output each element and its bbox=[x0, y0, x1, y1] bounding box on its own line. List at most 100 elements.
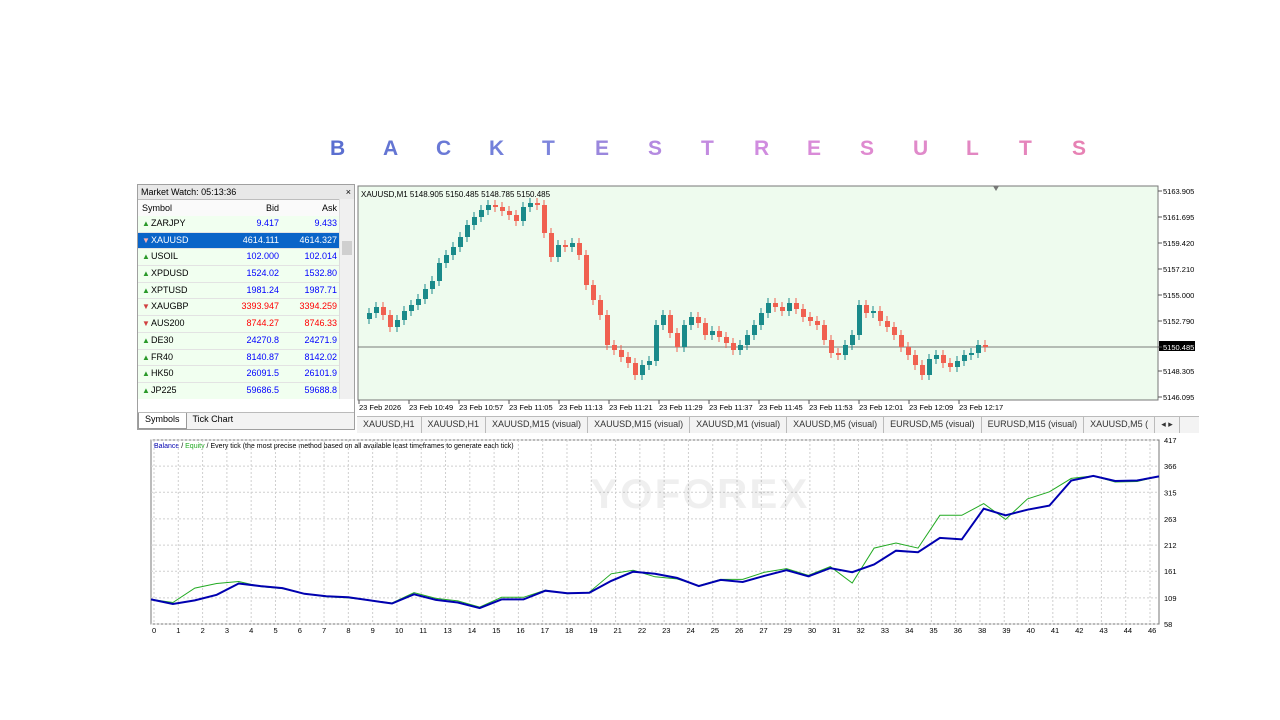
candle bbox=[591, 285, 596, 300]
candle bbox=[927, 359, 932, 375]
bid-value: 24270.8 bbox=[246, 334, 279, 345]
arrow-up-icon: ▲ bbox=[142, 352, 150, 362]
price-chart[interactable]: XAUUSD,M1 5148.905 5150.485 5148.785 515… bbox=[357, 185, 1199, 417]
symbol-column-header[interactable]: Symbol bbox=[138, 200, 226, 216]
y-tick-label: 58 bbox=[1164, 620, 1172, 629]
x-tick-label: 30 bbox=[808, 626, 816, 635]
x-tick-label: 33 bbox=[881, 626, 889, 635]
x-tick-label: 23 bbox=[662, 626, 670, 635]
market-watch-row[interactable]: ▲ZARJPY 9.417 9.433 bbox=[138, 216, 340, 233]
candle bbox=[920, 365, 925, 375]
candle bbox=[507, 211, 512, 215]
symbol-name: ZARJPY bbox=[151, 218, 186, 228]
ask-value: 8746.33 bbox=[304, 318, 337, 329]
x-tick-label: 3 bbox=[225, 626, 229, 635]
chart-tab[interactable]: XAUUSD,M1 (visual) bbox=[690, 417, 788, 433]
market-watch-row[interactable]: ▲XPTUSD 1981.24 1987.71 bbox=[138, 282, 340, 300]
symbol-name: USOIL bbox=[151, 251, 179, 262]
title-letter: K bbox=[489, 137, 505, 160]
arrow-down-icon: ▼ bbox=[142, 235, 150, 245]
time-label: 23 Feb 12:01 bbox=[859, 403, 903, 412]
vertical-scrollbar[interactable] bbox=[339, 199, 354, 399]
candle bbox=[934, 355, 939, 359]
chart-header: XAUUSD,M1 5148.905 5150.485 5148.785 515… bbox=[361, 190, 551, 199]
candle bbox=[885, 321, 890, 327]
title-letter: E bbox=[807, 137, 822, 160]
candle bbox=[976, 345, 981, 353]
market-watch-row[interactable]: ▲DE30 24270.8 24271.9 bbox=[138, 332, 340, 350]
title-letter: R bbox=[754, 137, 770, 160]
candle bbox=[857, 305, 862, 335]
title-letter: A bbox=[383, 137, 399, 160]
symbol-name: DE30 bbox=[151, 334, 174, 345]
market-watch-row[interactable]: ▼AUS200 8744.27 8746.33 bbox=[138, 316, 340, 333]
symbol-name: HK50 bbox=[151, 368, 174, 379]
scrollbar-thumb[interactable] bbox=[342, 241, 352, 255]
title-letter: B bbox=[330, 137, 346, 160]
market-watch-row[interactable]: ▲USOIL 102.000 102.014 bbox=[138, 249, 340, 267]
ask-value: 59688.8 bbox=[304, 384, 337, 395]
market-watch-row[interactable]: ▲HK50 26091.5 26101.9 bbox=[138, 366, 340, 383]
x-tick-label: 25 bbox=[711, 626, 719, 635]
candle bbox=[696, 317, 701, 323]
ask-value: 1532.80 bbox=[304, 268, 337, 279]
candle bbox=[619, 350, 624, 357]
x-tick-label: 2 bbox=[201, 626, 205, 635]
x-tick-label: 44 bbox=[1124, 626, 1132, 635]
candle bbox=[682, 325, 687, 347]
chart-tab[interactable]: XAUUSD,H1 bbox=[422, 417, 487, 433]
candle bbox=[528, 203, 533, 207]
chart-tab[interactable]: XAUUSD,M15 (visual) bbox=[588, 417, 691, 433]
tab-symbols[interactable]: Symbols bbox=[138, 413, 187, 429]
y-tick-label: 109 bbox=[1164, 594, 1177, 603]
symbol-name: XAUUSD bbox=[151, 234, 189, 245]
market-watch-row[interactable]: ▲XPDUSD 1524.02 1532.80 bbox=[138, 266, 340, 283]
chart-tab[interactable]: XAUUSD,M5 (visual) bbox=[787, 417, 885, 433]
market-watch-row[interactable]: ▲JP225 59686.5 59688.8 bbox=[138, 382, 340, 399]
chart-tab[interactable]: ◂ ▸ bbox=[1155, 417, 1180, 433]
candle bbox=[983, 345, 988, 347]
market-watch-row[interactable]: ▼XAUUSD 4614.111 4614.327 bbox=[138, 232, 340, 250]
arrow-up-icon: ▲ bbox=[142, 269, 150, 279]
ask-value: 8142.02 bbox=[304, 351, 337, 362]
x-tick-label: 36 bbox=[954, 626, 962, 635]
candle bbox=[654, 325, 659, 361]
candle bbox=[465, 225, 470, 237]
balance-chart[interactable]: Balance / Equity / Every tick (the most … bbox=[137, 434, 1199, 639]
title-letter: T bbox=[701, 137, 714, 160]
candle bbox=[430, 281, 435, 289]
y-tick-label: 315 bbox=[1164, 488, 1177, 497]
chart-tab[interactable]: XAUUSD,H1 bbox=[357, 417, 422, 433]
market-watch-row[interactable]: ▼XAUGBP 3393.947 3394.259 bbox=[138, 299, 340, 317]
close-icon[interactable]: × bbox=[346, 185, 351, 199]
tab-tick-chart[interactable]: Tick Chart bbox=[187, 413, 240, 429]
arrow-up-icon: ▲ bbox=[142, 385, 150, 395]
chart-tab[interactable]: EURUSD,M5 (visual) bbox=[884, 417, 982, 433]
ask-value: 26101.9 bbox=[304, 368, 337, 379]
ask-column-header[interactable]: Ask bbox=[282, 200, 340, 216]
price-label: 5155.000 bbox=[1163, 291, 1194, 300]
watermark-logo: YOFOREX bbox=[590, 470, 810, 517]
candle bbox=[493, 205, 498, 207]
chart-tab[interactable]: EURUSD,M15 (visual) bbox=[982, 417, 1085, 433]
market-watch-row[interactable]: ▲FR40 8140.87 8142.02 bbox=[138, 349, 340, 367]
chart-tab[interactable]: XAUUSD,M15 (visual) bbox=[486, 417, 589, 433]
candle bbox=[822, 325, 827, 340]
x-tick-label: 16 bbox=[516, 626, 524, 635]
candle bbox=[843, 345, 848, 355]
arrow-up-icon: ▲ bbox=[142, 335, 150, 345]
x-tick-label: 19 bbox=[589, 626, 597, 635]
symbol-name: XAUGBP bbox=[151, 301, 189, 312]
candle bbox=[724, 337, 729, 343]
x-tick-label: 11 bbox=[419, 626, 427, 635]
candle bbox=[437, 263, 442, 281]
candle bbox=[710, 331, 715, 335]
time-label: 23 Feb 12:09 bbox=[909, 403, 953, 412]
chart-tab[interactable]: XAUUSD,M5 ( bbox=[1084, 417, 1156, 433]
candle bbox=[381, 307, 386, 315]
bid-column-header[interactable]: Bid bbox=[226, 200, 282, 216]
candle bbox=[948, 363, 953, 367]
price-label: 5161.695 bbox=[1163, 213, 1194, 222]
arrow-up-icon: ▲ bbox=[142, 252, 150, 262]
x-tick-label: 1 bbox=[176, 626, 180, 635]
